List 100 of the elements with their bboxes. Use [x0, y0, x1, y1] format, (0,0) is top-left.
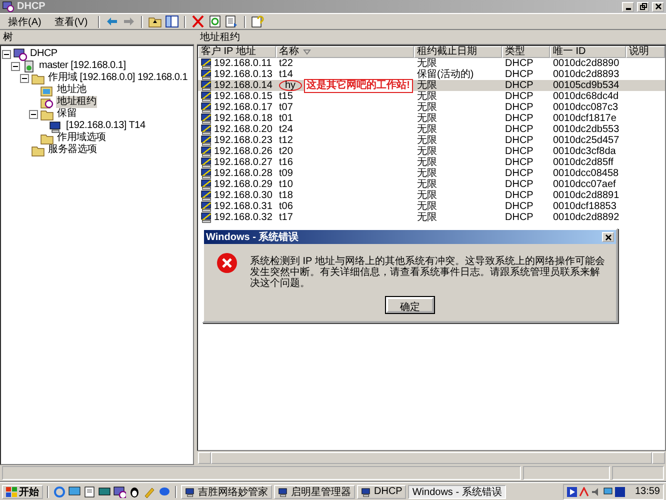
- table-cell-text: 0010dcc087c3: [552, 102, 620, 113]
- computer-icon: [200, 69, 213, 80]
- table-row[interactable]: 192.168.0.18 t01 无限 DHCP 0010dcf1817e: [198, 113, 665, 124]
- table-row[interactable]: 192.168.0.29 t10 无限 DHCP 0010dcc07aef: [198, 179, 665, 190]
- delete-icon[interactable]: [190, 15, 205, 28]
- restore-icon: [640, 3, 646, 10]
- table-cell-text: DHCP: [504, 69, 534, 80]
- desktop-icon[interactable]: [68, 486, 81, 498]
- computer-icon: [200, 168, 213, 179]
- table-row[interactable]: 192.168.0.15 t15 无限 DHCP 0010dc68dc4d: [198, 91, 665, 102]
- table-row[interactable]: 192.168.0.17 t07 无限 DHCP 0010dcc087c3: [198, 102, 665, 113]
- ok-button[interactable]: 确定: [386, 297, 434, 313]
- table-row[interactable]: 192.168.0.13 t14 保留(活动的) DHCP 0010dc2d8893: [198, 69, 665, 80]
- error-icon: [216, 252, 238, 274]
- close-button[interactable]: [652, 2, 664, 12]
- pane-toggle-icon[interactable]: [164, 15, 179, 28]
- export-icon[interactable]: [224, 15, 239, 28]
- table-cell-text: 0010dc2d8893: [552, 69, 620, 80]
- table-row[interactable]: 192.168.0.28 t09 无限 DHCP 0010dcc08458: [198, 168, 665, 179]
- table-cell-text: 0010dc2d85ff: [552, 157, 614, 168]
- folder-up-icon[interactable]: [148, 15, 162, 28]
- start-button[interactable]: 开始: [2, 484, 43, 498]
- tree-item[interactable]: 保留: [56, 108, 78, 120]
- horizontal-scrollbar[interactable]: [197, 451, 666, 465]
- menu-item[interactable]: 查看(V): [49, 14, 93, 28]
- table-cell-text: 无限: [416, 190, 438, 201]
- refresh-icon[interactable]: [208, 15, 222, 28]
- table-cell-text: DHCP: [504, 124, 534, 135]
- tree-item[interactable]: 作用域 [192.168.0.0] 192.168.0.1: [47, 72, 189, 84]
- taskbar-button[interactable]: 启明星管理器: [274, 484, 355, 498]
- table-row[interactable]: 192.168.0.31 t06 无限 DHCP 0010dcf18853: [198, 201, 665, 212]
- table-cell: 192.168.0.28: [214, 168, 272, 179]
- pencil-icon[interactable]: [143, 486, 156, 498]
- tree-item[interactable]: 作用域选项: [56, 132, 107, 144]
- menu-item[interactable]: 操作(A): [3, 14, 46, 28]
- table-cell: t12: [279, 135, 293, 146]
- tree-item[interactable]: 地址池: [56, 84, 88, 96]
- computer-icon: [200, 146, 213, 157]
- computer-icon: [200, 102, 213, 113]
- minimize-button[interactable]: [622, 2, 634, 12]
- table-row[interactable]: 192.168.0.26 t20 无限 DHCP 0010dc3cf8da: [198, 146, 665, 157]
- computer-icon[interactable]: [602, 486, 613, 496]
- table-cell-text: 0010dc2d8890: [552, 58, 620, 69]
- tree-item[interactable]: 服务器选项: [47, 144, 98, 156]
- tree-item[interactable]: DHCP: [29, 48, 58, 60]
- table-row[interactable]: 192.168.0.23 t12 无限 DHCP 0010dc25d457: [198, 135, 665, 146]
- table-cell: 192.168.0.29: [214, 179, 272, 190]
- column-header[interactable]: 名称: [276, 46, 414, 58]
- table-row[interactable]: 192.168.0.14 hy 这是其它网吧的工作站! 无限 DHCP 00105cd9b534: [198, 80, 665, 91]
- clock: 13:59: [634, 486, 660, 497]
- monitor-icon[interactable]: [98, 486, 111, 498]
- pool-icon: [40, 84, 54, 96]
- notepad-icon[interactable]: [83, 486, 96, 498]
- taskbar-button[interactable]: DHCP: [357, 484, 406, 498]
- collapse-icon[interactable]: [11, 62, 20, 70]
- table-cell-text: 无限: [416, 124, 438, 135]
- table-cell-text: DHCP: [504, 146, 534, 157]
- table-row[interactable]: 192.168.0.27 t16 无限 DHCP 0010dc2d85ff: [198, 157, 665, 168]
- table-cell: t22: [279, 58, 293, 69]
- taskbar-button[interactable]: Windows - 系统错误: [408, 484, 506, 498]
- column-header[interactable]: 唯一 ID: [550, 46, 626, 58]
- computer-icon: [200, 201, 213, 212]
- column-header[interactable]: 类型: [502, 46, 550, 58]
- table-cell-text: DHCP: [504, 190, 534, 201]
- scrollbar-thumb[interactable]: [211, 452, 652, 464]
- tree-item[interactable]: [192.168.0.13] T14: [65, 120, 146, 132]
- table-cell: 192.168.0.30: [214, 190, 272, 201]
- help-icon[interactable]: [250, 15, 265, 28]
- input-method-icon[interactable]: [614, 486, 625, 496]
- restore-button[interactable]: [637, 2, 649, 12]
- tree-tab[interactable]: 树: [3, 32, 13, 44]
- table-row[interactable]: 192.168.0.32 t17 无限 DHCP 0010dc2d8892: [198, 212, 665, 223]
- column-header[interactable]: 租约截止日期: [414, 46, 502, 58]
- close-button[interactable]: [602, 232, 614, 242]
- table-cell-text: 0010dc25d457: [552, 135, 620, 146]
- taskbar-button[interactable]: 吉胜网络妙管家: [181, 484, 272, 498]
- table-cell-text: 0010dcc08458: [552, 168, 620, 179]
- collapse-icon[interactable]: [20, 74, 29, 82]
- table-cell: t09: [279, 168, 293, 179]
- column-header[interactable]: 说明: [626, 46, 665, 58]
- table-cell: 192.168.0.17: [214, 102, 272, 113]
- collapse-icon[interactable]: [29, 110, 38, 118]
- table-row[interactable]: 192.168.0.30 t18 无限 DHCP 0010dc2d8891: [198, 190, 665, 201]
- error-message: 系统检测到 IP 地址与网络上的其他系统有冲突。这导致系统上的网络操作可能会发生突然中断。有关详细信息，请查看系统事件日志。请跟系统管理员联系来解决这个问题。: [250, 254, 606, 289]
- table-row[interactable]: 192.168.0.20 t24 无限 DHCP 0010dc2db553: [198, 124, 665, 135]
- speaker-icon[interactable]: [590, 486, 601, 496]
- dhcp-icon[interactable]: [113, 486, 126, 498]
- back-icon[interactable]: [104, 15, 119, 28]
- table-cell-text: 0010dc2d8892: [552, 212, 620, 223]
- table-cell: 192.168.0.20: [214, 124, 272, 135]
- computer-icon: [200, 157, 213, 168]
- collapse-icon[interactable]: [2, 50, 11, 58]
- play-icon[interactable]: [566, 486, 577, 496]
- table-row[interactable]: 192.168.0.11 t22 无限 DHCP 0010dc2d8890: [198, 58, 665, 69]
- table-cell-text: 无限: [416, 212, 438, 223]
- folder-icon: [31, 144, 45, 156]
- table-cell-text: DHCP: [504, 91, 534, 102]
- table-cell-text: DHCP: [504, 58, 534, 69]
- tree-item[interactable]: master [192.168.0.1]: [38, 60, 127, 72]
- tree-item[interactable]: 地址租约: [56, 96, 97, 108]
